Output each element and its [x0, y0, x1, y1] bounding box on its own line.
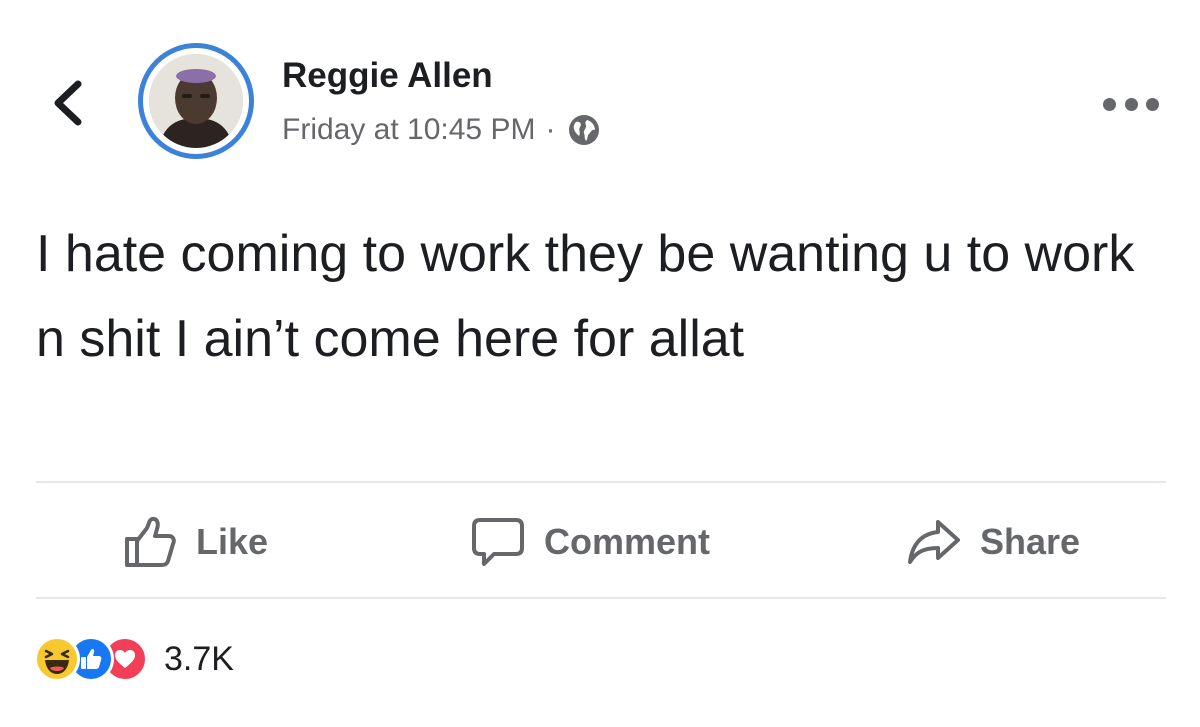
- haha-reaction-icon: [34, 636, 80, 682]
- like-label: Like: [196, 521, 269, 562]
- author-name[interactable]: Reggie Allen: [282, 56, 493, 96]
- more-dot-icon: [1124, 97, 1138, 111]
- globe-icon: [569, 115, 600, 145]
- more-options-button[interactable]: [1103, 90, 1159, 118]
- avatar-image: [149, 54, 243, 148]
- share-button[interactable]: Share: [906, 512, 1080, 572]
- more-dot-icon: [1103, 97, 1116, 111]
- divider-top: [36, 481, 1166, 483]
- share-arrow-icon: [908, 520, 960, 564]
- more-dot-icon: [1146, 97, 1159, 111]
- reaction-count: 3.7K: [164, 639, 234, 678]
- comment-bubble-icon: [472, 518, 524, 566]
- comment-button[interactable]: Comment: [470, 512, 710, 572]
- share-label: Share: [980, 521, 1081, 562]
- post-timestamp[interactable]: Friday at 10:45 PM: [282, 113, 535, 147]
- chevron-left-icon: [54, 80, 82, 126]
- avatar: [149, 54, 243, 148]
- post-text: I hate coming to work they be wanting u …: [36, 225, 1135, 368]
- reactions-summary[interactable]: 3.7K: [34, 634, 234, 684]
- avatar-button[interactable]: [138, 43, 254, 159]
- back-button[interactable]: [48, 78, 88, 128]
- divider-bottom: [36, 597, 1166, 599]
- post-meta: Friday at 10:45 PM ·: [282, 110, 601, 150]
- thumbs-up-icon: [125, 516, 176, 567]
- meta-separator: ·: [545, 113, 556, 146]
- comment-label: Comment: [544, 521, 711, 562]
- like-button[interactable]: Like: [122, 512, 268, 572]
